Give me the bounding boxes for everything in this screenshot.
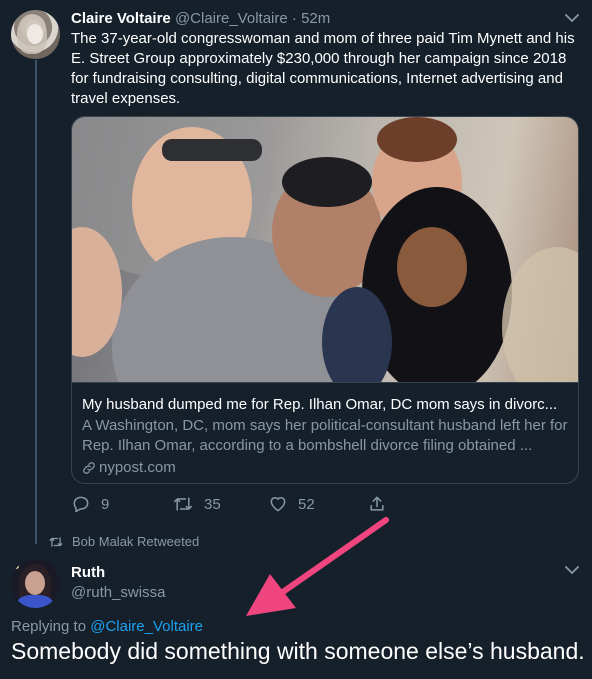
avatar[interactable] bbox=[11, 10, 60, 59]
tweet-actions: 9 35 52 bbox=[71, 492, 471, 516]
link-card[interactable]: My husband dumped me for Rep. Ilhan Omar… bbox=[71, 116, 579, 484]
retweet-banner[interactable]: Bob Malak Retweeted bbox=[48, 533, 199, 551]
card-domain: nypost.com bbox=[99, 459, 176, 476]
tweet-time[interactable]: 52m bbox=[301, 10, 330, 27]
replying-to: Replying to @Claire_Voltaire bbox=[11, 617, 203, 637]
tweet-original[interactable]: Claire Voltaire @Claire_Voltaire · 52m T… bbox=[0, 0, 592, 544]
author-handle[interactable]: @Claire_Voltaire bbox=[175, 10, 288, 27]
card-title: My husband dumped me for Rep. Ilhan Omar… bbox=[82, 396, 558, 413]
reply-author-name[interactable]: Ruth bbox=[71, 563, 105, 583]
chevron-down-icon[interactable] bbox=[565, 565, 579, 575]
card-description: A Washington, DC, mom says her political… bbox=[82, 417, 568, 454]
author-name[interactable]: Claire Voltaire bbox=[71, 10, 171, 27]
retweet-button[interactable]: 35 bbox=[172, 492, 221, 516]
reply-text: Somebody did something with someone else… bbox=[11, 638, 585, 664]
replying-to-mention[interactable]: @Claire_Voltaire bbox=[90, 618, 203, 635]
separator: · bbox=[291, 10, 297, 27]
reply-button[interactable]: 9 bbox=[71, 492, 109, 516]
avatar-face bbox=[25, 571, 45, 595]
avatar-light bbox=[13, 563, 19, 569]
tweet-header: Claire Voltaire @Claire_Voltaire · 52m bbox=[71, 9, 330, 29]
avatar-face bbox=[27, 24, 43, 44]
replying-to-prefix: Replying to bbox=[11, 618, 87, 635]
avatar-shirt bbox=[17, 595, 53, 608]
like-button[interactable]: 52 bbox=[268, 492, 315, 516]
reply-author-handle[interactable]: @ruth_swissa bbox=[71, 583, 165, 603]
retweet-icon bbox=[173, 497, 193, 511]
chevron-down-icon[interactable] bbox=[565, 13, 579, 23]
reply-count: 9 bbox=[101, 495, 110, 513]
card-body[interactable]: My husband dumped me for Rep. Ilhan Omar… bbox=[72, 382, 578, 483]
tweet-text: The 37-year-old congresswoman and mom of… bbox=[71, 30, 575, 107]
card-image[interactable] bbox=[72, 117, 578, 382]
thread-line bbox=[35, 60, 37, 544]
reply-icon bbox=[73, 496, 89, 513]
heart-icon bbox=[270, 497, 286, 512]
avatar[interactable] bbox=[11, 559, 60, 608]
share-icon bbox=[370, 496, 384, 511]
annotation-arrow bbox=[246, 517, 389, 616]
retweet-icon bbox=[49, 537, 63, 547]
retweet-banner-text: Bob Malak Retweeted bbox=[72, 534, 200, 549]
link-icon bbox=[83, 462, 95, 474]
retweet-count: 35 bbox=[204, 495, 221, 513]
share-button[interactable] bbox=[367, 492, 387, 516]
card-domain-row: nypost.com bbox=[82, 458, 176, 478]
like-count: 52 bbox=[298, 495, 315, 513]
